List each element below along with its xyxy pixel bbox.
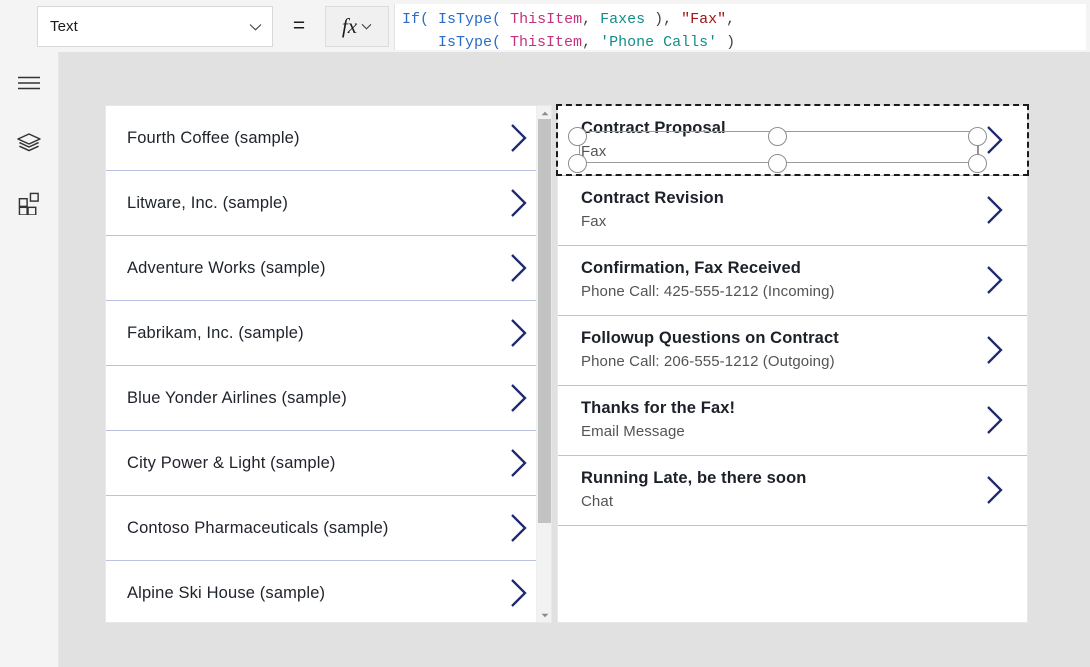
formula-token: "Fax" xyxy=(681,11,726,28)
formula-token: , xyxy=(582,11,600,28)
formula-token xyxy=(402,34,438,50)
resize-handle-bottom-right[interactable] xyxy=(968,154,987,173)
activities-gallery-row[interactable]: Followup Questions on ContractPhone Call… xyxy=(558,316,1027,386)
power-apps-studio: Text = fx If( IsType( ThisItem, Faxes ),… xyxy=(0,0,1090,667)
chevron-right-icon[interactable] xyxy=(508,252,529,284)
left-navigation-rail xyxy=(0,52,59,667)
activity-subject: Followup Questions on Contract xyxy=(581,327,1027,349)
activity-subject: Thanks for the Fax! xyxy=(581,397,1027,419)
accounts-gallery[interactable]: Fourth Coffee (sample) Litware, Inc. (sam… xyxy=(105,105,552,623)
account-name: Fourth Coffee (sample) xyxy=(127,129,300,148)
fx-glyph: fx xyxy=(342,16,357,37)
account-name: Contoso Pharmaceuticals (sample) xyxy=(127,519,389,538)
accounts-gallery-row[interactable]: Fourth Coffee (sample) xyxy=(106,106,551,171)
accounts-gallery-row[interactable]: Litware, Inc. (sample) xyxy=(106,171,551,236)
resize-handle-top-right[interactable] xyxy=(968,127,987,146)
formula-bar: Text = fx If( IsType( ThisItem, Faxes ),… xyxy=(0,0,1090,52)
account-name: Fabrikam, Inc. (sample) xyxy=(127,324,304,343)
chevron-right-icon[interactable] xyxy=(508,187,529,219)
scroll-down-arrow-icon[interactable] xyxy=(537,608,552,622)
formula-token: ThisItem xyxy=(510,34,582,50)
activity-type: Fax xyxy=(581,141,1027,163)
activity-type: Fax xyxy=(581,211,1027,233)
formula-token: ), xyxy=(645,11,681,28)
accounts-gallery-row[interactable]: Contoso Pharmaceuticals (sample) xyxy=(106,496,551,561)
accounts-gallery-row[interactable]: City Power & Light (sample) xyxy=(106,431,551,496)
formula-token: If( xyxy=(402,11,429,28)
accounts-gallery-row[interactable]: Adventure Works (sample) xyxy=(106,236,551,301)
activity-subject: Confirmation, Fax Received xyxy=(581,257,1027,279)
resize-handle-bottom-center[interactable] xyxy=(768,154,787,173)
activity-type: Email Message xyxy=(581,421,1027,443)
property-dropdown-value: Text xyxy=(50,18,249,35)
formula-line: If( IsType( ThisItem, Faxes ), "Fax", xyxy=(402,8,1086,31)
chevron-right-icon[interactable] xyxy=(508,447,529,479)
resize-handle-top-left[interactable] xyxy=(568,127,587,146)
activities-gallery[interactable]: Contract ProposalFaxContract RevisionFax… xyxy=(557,105,1028,623)
formula-token xyxy=(501,11,510,28)
account-name: Adventure Works (sample) xyxy=(127,259,326,278)
resize-handle-top-center[interactable] xyxy=(768,127,787,146)
formula-line: IsType( ThisItem, 'Phone Calls' ) xyxy=(402,31,1086,50)
scrollbar-thumb[interactable] xyxy=(538,119,551,523)
chevron-right-icon[interactable] xyxy=(508,577,529,609)
formula-token: ) xyxy=(717,34,735,50)
activity-type: Phone Call: 425-555-1212 (Incoming) xyxy=(581,281,1027,303)
formula-token: IsType( xyxy=(438,11,501,28)
formula-token: Faxes xyxy=(600,11,645,28)
activities-gallery-row[interactable]: Thanks for the Fax!Email Message xyxy=(558,386,1027,456)
formula-token: , xyxy=(582,34,600,50)
components-icon[interactable] xyxy=(0,181,58,225)
activity-subject: Running Late, be there soon xyxy=(581,467,1027,489)
activities-gallery-row[interactable]: Contract ProposalFax xyxy=(558,106,1027,176)
activity-type: Chat xyxy=(581,491,1027,513)
chevron-right-icon[interactable] xyxy=(508,317,529,349)
resize-handle-bottom-left[interactable] xyxy=(568,154,587,173)
accounts-gallery-row[interactable]: Blue Yonder Airlines (sample) xyxy=(106,366,551,431)
accounts-gallery-row[interactable]: Alpine Ski House (sample) xyxy=(106,561,551,623)
fx-button[interactable]: fx xyxy=(325,6,389,47)
chevron-down-icon xyxy=(361,23,372,30)
formula-token xyxy=(429,11,438,28)
chevron-right-icon[interactable] xyxy=(508,512,529,544)
formula-token: , xyxy=(726,11,735,28)
chevron-down-icon xyxy=(249,23,262,31)
account-name: Blue Yonder Airlines (sample) xyxy=(127,389,347,408)
account-name: City Power & Light (sample) xyxy=(127,454,336,473)
layers-icon[interactable] xyxy=(0,121,58,165)
scroll-up-arrow-icon[interactable] xyxy=(537,106,552,120)
activities-gallery-row[interactable]: Confirmation, Fax ReceivedPhone Call: 42… xyxy=(558,246,1027,316)
formula-token: 'Phone Calls' xyxy=(600,34,717,50)
equals-sign: = xyxy=(288,14,310,38)
accounts-gallery-scrollbar[interactable] xyxy=(536,106,551,622)
activities-gallery-row[interactable]: Contract RevisionFax xyxy=(558,176,1027,246)
chevron-right-icon[interactable] xyxy=(508,382,529,414)
activity-type: Phone Call: 206-555-1212 (Outgoing) xyxy=(581,351,1027,373)
property-dropdown[interactable]: Text xyxy=(37,6,273,47)
account-name: Alpine Ski House (sample) xyxy=(127,584,325,603)
formula-input[interactable]: If( IsType( ThisItem, Faxes ), "Fax", Is… xyxy=(394,4,1086,50)
formula-token: IsType( xyxy=(438,34,501,50)
formula-token: ThisItem xyxy=(510,11,582,28)
hamburger-menu-icon[interactable] xyxy=(0,61,58,105)
formula-token xyxy=(501,34,510,50)
account-name: Litware, Inc. (sample) xyxy=(127,194,288,213)
activities-gallery-row[interactable]: Running Late, be there soonChat xyxy=(558,456,1027,526)
activity-subject: Contract Proposal xyxy=(581,117,1027,139)
chevron-right-icon[interactable] xyxy=(508,122,529,154)
accounts-gallery-row[interactable]: Fabrikam, Inc. (sample) xyxy=(106,301,551,366)
activity-subject: Contract Revision xyxy=(581,187,1027,209)
